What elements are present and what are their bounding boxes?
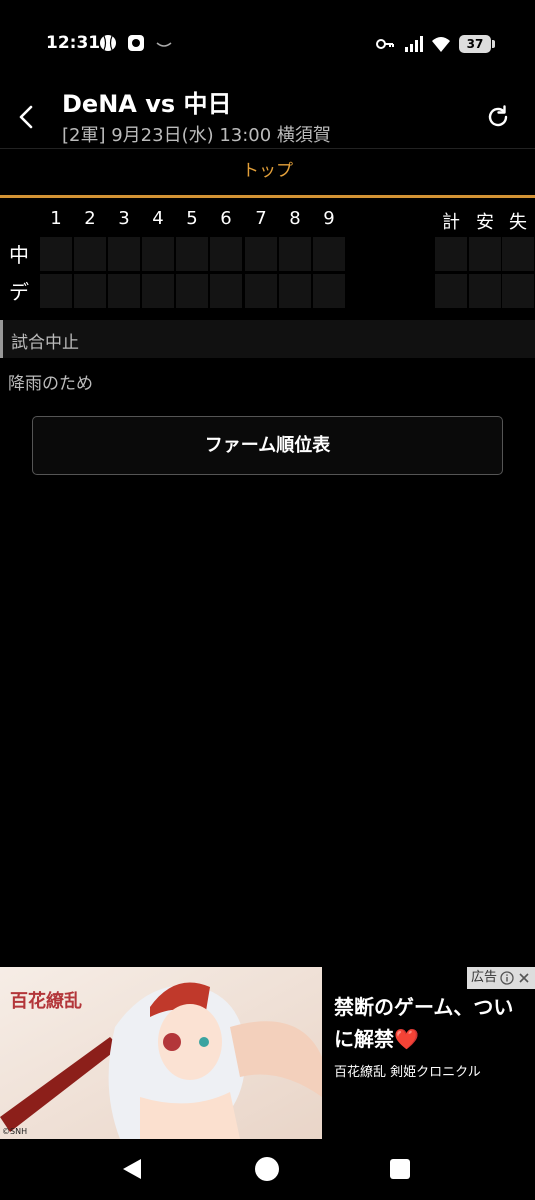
inning-3-label: 3: [118, 208, 130, 229]
game-status-box: 試合中止: [0, 320, 535, 358]
score-cell: [40, 237, 72, 271]
inning-5-label: 5: [186, 208, 198, 229]
ad-credit: ©SNH: [2, 1127, 28, 1136]
tab-top[interactable]: トップ: [0, 149, 535, 195]
scoreboard-row-away: 中: [0, 237, 535, 273]
signal-icon: [405, 36, 423, 52]
score-cell: [40, 274, 72, 308]
score-cell: [210, 274, 242, 308]
total-cell: [469, 237, 501, 271]
nav-back-icon[interactable]: [121, 1157, 145, 1181]
score-cell: [142, 237, 174, 271]
nav-home-icon[interactable]: [255, 1157, 279, 1181]
inning-2-label: 2: [84, 208, 96, 229]
score-cell: [108, 237, 140, 271]
ad-logo: 百花繚乱: [10, 991, 82, 1012]
ad-banner[interactable]: 百花繚乱 ©SNH 広告 禁断のゲーム、つい に解禁❤️ 百花繚乱 剣姫クロニク…: [0, 967, 535, 1139]
info-icon[interactable]: [500, 971, 514, 985]
score-cell: [142, 274, 174, 308]
score-cell: [108, 274, 140, 308]
ad-headline-line1: 禁断のゲーム、つい: [334, 995, 514, 1019]
total-cell: [502, 274, 534, 308]
ad-badge[interactable]: 広告: [466, 967, 535, 989]
nav-recents-icon[interactable]: [390, 1159, 410, 1179]
system-nav-bar: [0, 1139, 535, 1200]
ad-headline[interactable]: 禁断のゲーム、つい に解禁❤️: [334, 991, 529, 1055]
team-label-home: デ: [9, 280, 29, 304]
clock: 12:31: [46, 33, 101, 53]
score-cell: [279, 237, 311, 271]
ad-headline-line2: に解禁❤️: [334, 1027, 419, 1051]
refresh-icon[interactable]: [485, 104, 511, 130]
page-title: DeNA vs 中日: [62, 90, 232, 118]
score-cell: [313, 237, 345, 271]
runs-total-label: 計: [442, 212, 460, 233]
app-icon: [128, 35, 144, 51]
wifi-icon: [432, 37, 450, 52]
score-cell: [176, 237, 208, 271]
inning-4-label: 4: [152, 208, 164, 229]
inning-6-label: 6: [220, 208, 232, 229]
tab-indicator: [0, 195, 535, 198]
inning-8-label: 8: [289, 208, 301, 229]
ad-source[interactable]: 百花繚乱 剣姫クロニクル: [334, 1061, 481, 1080]
total-cell: [469, 274, 501, 308]
close-icon[interactable]: [517, 971, 531, 985]
score-cell: [245, 274, 277, 308]
errors-label: 失: [509, 212, 527, 233]
score-cell: [210, 237, 242, 271]
key-icon: [376, 39, 394, 49]
score-cell: [176, 274, 208, 308]
ad-image[interactable]: 百花繚乱 ©SNH: [0, 967, 322, 1139]
hits-label: 安: [476, 212, 494, 233]
total-cell: [502, 237, 534, 271]
inning-9-label: 9: [323, 208, 335, 229]
score-cell: [74, 274, 106, 308]
inning-1-label: 1: [50, 208, 62, 229]
back-arrow-icon[interactable]: [14, 104, 40, 130]
score-cell: [313, 274, 345, 308]
score-cell: [74, 237, 106, 271]
cancel-reason: 降雨のため: [8, 374, 93, 394]
scoreboard-row-home: デ: [0, 274, 535, 310]
scoreboard-header: 1 2 3 4 5 6 7 8 9 計 安 失: [0, 208, 535, 234]
total-cell: [435, 237, 467, 271]
score-cell: [279, 274, 311, 308]
ad-label: 広告: [470, 970, 497, 985]
farm-standings-button[interactable]: ファーム順位表: [32, 416, 503, 475]
baseball-icon: [100, 35, 116, 51]
battery-icon: 37: [459, 35, 495, 53]
total-cell: [435, 274, 467, 308]
score-cell: [245, 237, 277, 271]
game-info: [2軍] 9月23日(水) 13:00 横須賀: [62, 125, 331, 146]
notification-icon: [156, 42, 172, 47]
game-status: 試合中止: [11, 333, 79, 353]
team-label-away: 中: [9, 243, 29, 267]
status-bar: 12:31 37: [0, 0, 535, 88]
inning-7-label: 7: [255, 208, 267, 229]
